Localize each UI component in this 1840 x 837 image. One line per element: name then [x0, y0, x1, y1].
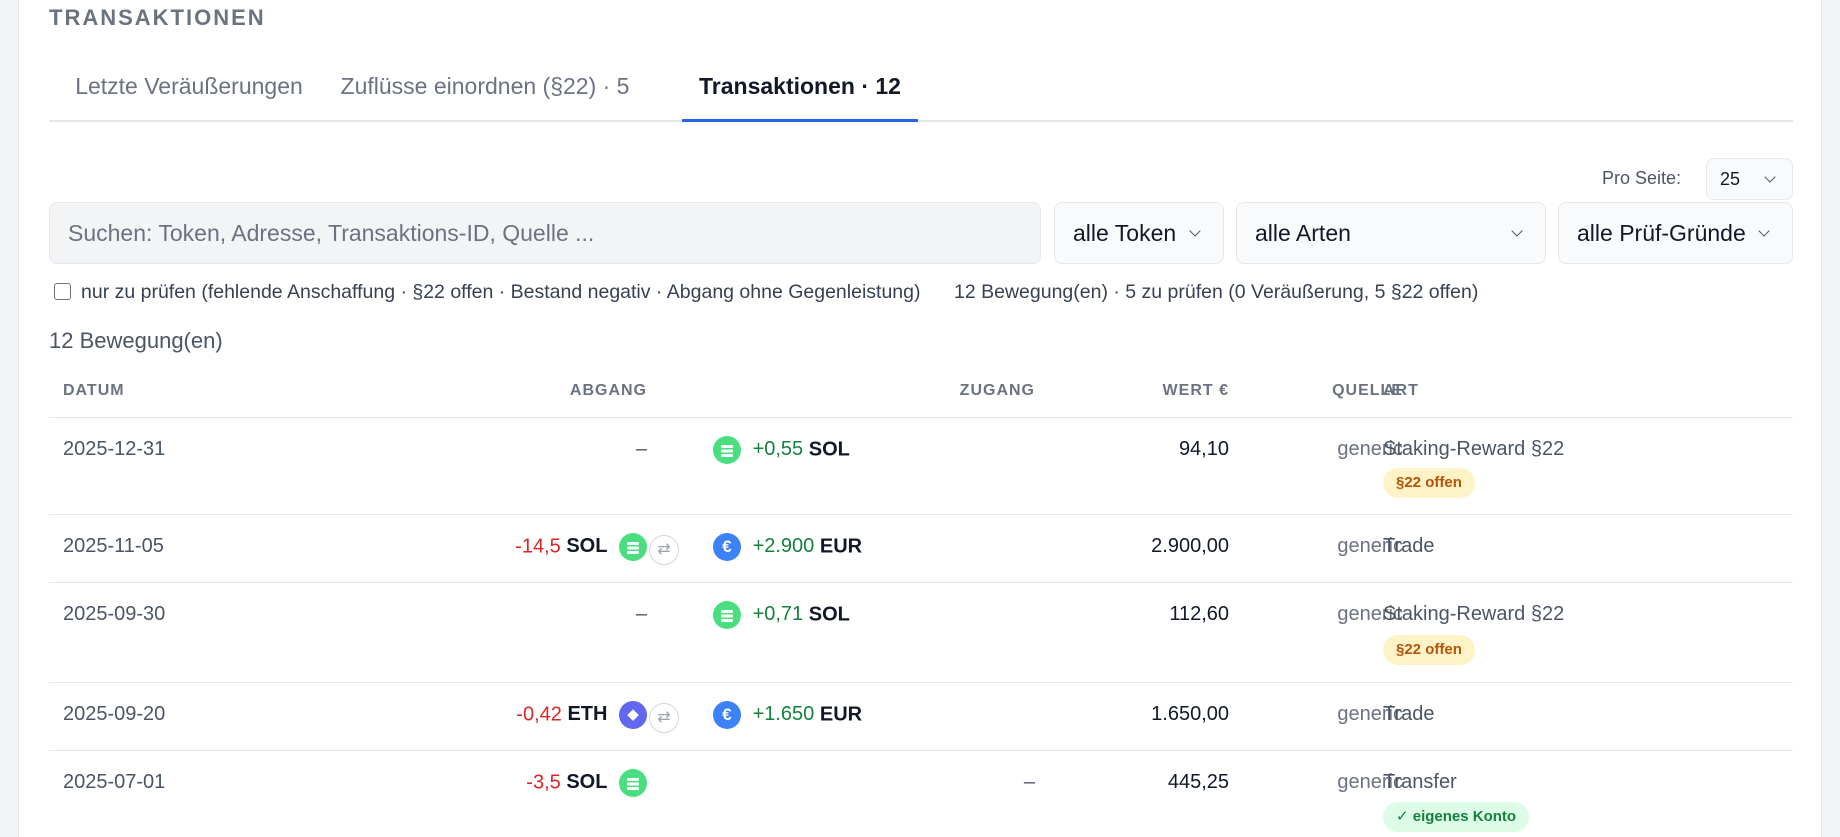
chevron-down-icon — [1758, 225, 1770, 237]
tab-recent-disposals[interactable]: Letzte Veräußerungen — [73, 50, 305, 122]
per-page-select[interactable]: 25 — [1706, 158, 1793, 200]
in-symbol: SOL — [808, 438, 850, 461]
status-badge: §22 offen — [1383, 635, 1475, 665]
filter-summary: 12 Bewegung(en) · 5 zu prüfen (0 Veräuße… — [954, 281, 1479, 303]
out-cell: -3,5 SOL — [526, 769, 647, 797]
row-type: Trade — [1383, 535, 1435, 557]
out-cell: -14,5 SOL — [515, 533, 647, 561]
own-account-badge: ✓ eigenes Konto — [1383, 802, 1530, 832]
out-cell: -0,42 ETH ◆ — [516, 701, 647, 729]
type-filter-select[interactable]: alle Arten — [1236, 202, 1546, 264]
header-value[interactable]: WERT € — [1163, 382, 1229, 400]
in-cell: +0,55 SOL — [713, 436, 850, 464]
out-symbol: ETH — [567, 703, 608, 726]
row-value: 2.900,00 — [1151, 535, 1229, 557]
in-cell: +0,71 SOL — [713, 601, 850, 629]
type-filter-value: alle Arten — [1255, 220, 1351, 246]
chevron-down-icon — [1764, 171, 1776, 183]
out-amount: -14,5 — [515, 535, 561, 558]
section-title: TRANSAKTIONEN — [49, 5, 266, 30]
table-header: DATUM ABGANG ZUGANG WERT € QUELLE ART — [49, 372, 1793, 418]
row-date: 2025-11-05 — [63, 535, 164, 557]
in-amount: +1.650 — [752, 703, 815, 726]
out-empty: – — [635, 438, 647, 460]
reason-filter-select[interactable]: alle Prüf-Gründe — [1558, 202, 1793, 264]
header-date[interactable]: DATUM — [63, 382, 125, 400]
row-date: 2025-12-31 — [63, 438, 166, 460]
eur-token-icon: € — [713, 533, 741, 561]
review-only-checkbox[interactable] — [54, 283, 71, 300]
in-symbol: EUR — [819, 703, 863, 726]
review-only-filter[interactable]: nur zu prüfen (fehlende Anschaffung · §2… — [54, 281, 920, 304]
search-input[interactable]: Suchen: Token, Adresse, Transaktions-ID,… — [49, 202, 1041, 264]
in-cell: € +1.650 EUR — [713, 701, 862, 729]
swap-icon: ⇄ — [649, 703, 679, 733]
out-amount: -0,42 — [516, 703, 562, 726]
review-only-label: nur zu prüfen (fehlende Anschaffung · §2… — [81, 281, 921, 303]
row-type: Transfer — [1383, 771, 1457, 793]
row-value: 112,60 — [1169, 603, 1229, 625]
out-amount: -3,5 — [526, 771, 561, 794]
in-symbol: SOL — [808, 603, 850, 626]
per-page-label: Pro Seite: — [1601, 168, 1681, 188]
header-out[interactable]: ABGANG — [570, 382, 647, 400]
transactions-card: TRANSAKTIONEN Letzte Veräußerungen Zuflü… — [18, 0, 1822, 837]
swap-icon: ⇄ — [649, 535, 679, 565]
table-row[interactable]: 2025-11-05 -14,5 SOL ⇄ € +2.900 EUR 2.90… — [49, 515, 1793, 583]
table-row[interactable]: 2025-09-30 – +0,71 SOL 112,60 generic St… — [49, 583, 1793, 683]
table-row[interactable]: 2025-12-31 – +0,55 SOL 94,10 generic Sta… — [49, 418, 1793, 515]
row-date: 2025-07-01 — [63, 771, 166, 793]
out-symbol: SOL — [566, 535, 608, 558]
reason-filter-value: alle Prüf-Gründe — [1577, 220, 1746, 246]
row-value: 94,10 — [1178, 438, 1229, 460]
row-type: Staking-Reward §22 — [1383, 603, 1565, 625]
table-row[interactable]: 2025-09-20 -0,42 ETH ◆ ⇄ € +1.650 EUR 1.… — [49, 683, 1793, 751]
in-amount: +0,71 — [752, 603, 804, 626]
out-symbol: SOL — [566, 771, 608, 794]
status-badge: §22 offen — [1383, 468, 1475, 498]
chevron-down-icon — [1189, 225, 1201, 237]
in-symbol: EUR — [819, 535, 863, 558]
in-cell: € +2.900 EUR — [713, 533, 862, 561]
in-amount: +2.900 — [752, 535, 815, 558]
in-amount: +0,55 — [752, 438, 804, 461]
in-empty: – — [1023, 771, 1035, 793]
row-value: 1.650,00 — [1151, 703, 1229, 725]
row-date: 2025-09-20 — [63, 703, 166, 725]
eth-token-icon: ◆ — [619, 701, 647, 729]
tab-bar: Letzte Veräußerungen Zuflüsse einordnen … — [49, 50, 1793, 122]
header-in[interactable]: ZUGANG — [960, 382, 1035, 400]
row-type: Staking-Reward §22 — [1383, 438, 1565, 460]
row-type: Trade — [1383, 703, 1435, 725]
chevron-down-icon — [1511, 225, 1523, 237]
token-filter-select[interactable]: alle Token — [1054, 202, 1224, 264]
sol-token-icon — [619, 533, 647, 561]
table-row[interactable]: 2025-07-01 -3,5 SOL – 445,25 generic Tra… — [49, 751, 1793, 837]
header-type[interactable]: ART — [1383, 382, 1419, 400]
sol-token-icon — [713, 601, 741, 629]
per-page-value: 25 — [1720, 169, 1741, 189]
sol-token-icon — [713, 436, 741, 464]
token-filter-value: alle Token — [1073, 220, 1177, 246]
out-empty: – — [635, 603, 647, 625]
sol-token-icon — [619, 769, 647, 797]
eur-token-icon: € — [713, 701, 741, 729]
row-value: 445,25 — [1167, 771, 1229, 793]
tab-transactions[interactable]: Transaktionen · 12 — [682, 50, 918, 122]
tab-classify-inflows[interactable]: Zuflüsse einordnen (§22) · 5 — [335, 50, 635, 122]
movement-count: 12 Bewegung(en) — [49, 328, 223, 353]
row-date: 2025-09-30 — [63, 603, 166, 625]
